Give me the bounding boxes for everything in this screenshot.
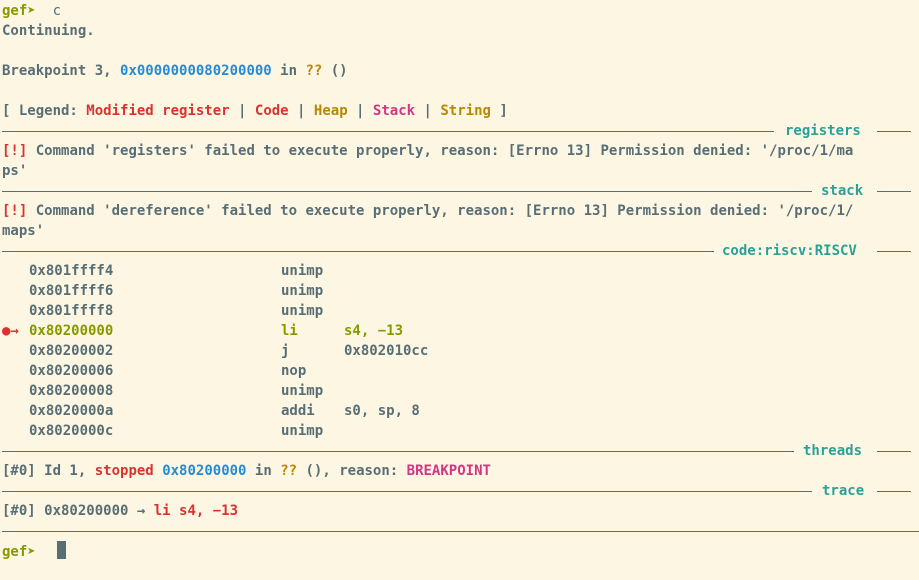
- code-address: 0x80200006: [29, 363, 114, 379]
- separator-rule: [877, 451, 911, 452]
- code-address: 0x8020000a: [29, 403, 114, 419]
- dereference-error-text-cont: maps': [2, 223, 45, 239]
- error-tag: [!]: [2, 203, 28, 219]
- legend-sep: |: [229, 103, 255, 119]
- current-instruction-marker-icon: ●→: [2, 323, 19, 339]
- code-mnemonic: unimp: [281, 283, 324, 299]
- code-address: 0x80200008: [29, 383, 114, 399]
- legend-sep: |: [347, 103, 373, 119]
- breakpoint-args: (): [322, 63, 348, 79]
- legend-code: Code: [254, 103, 289, 119]
- terminal-window[interactable]: gef➤ c Continuing. Breakpoint 3, 0x00000…: [0, 0, 919, 580]
- code-mnemonic: unimp: [281, 263, 324, 279]
- trace-instruction: li s4, −13: [153, 503, 239, 519]
- threads-separator: threads: [2, 441, 911, 461]
- thread-address: 0x80200000: [162, 463, 247, 479]
- legend-string: String: [440, 103, 491, 119]
- stack-separator: stack: [2, 181, 911, 201]
- legend-sep: |: [415, 103, 441, 119]
- code-operands: s0, sp, 8: [344, 403, 420, 419]
- breakpoint-label: Breakpoint 3,: [2, 63, 121, 79]
- breakpoint-address: 0x0000000080200000: [120, 63, 272, 79]
- registers-error-line-1: [!] Command 'registers' failed to execut…: [2, 141, 919, 161]
- section-title-code: code:riscv:RISCV: [722, 243, 857, 259]
- separator-rule: [2, 451, 794, 452]
- thread-reason: BREAKPOINT: [406, 463, 491, 479]
- separator-rule: [2, 491, 812, 492]
- separator-rule: [877, 491, 911, 492]
- legend-open: [ Legend:: [2, 103, 87, 119]
- separator-rule: [877, 191, 911, 192]
- prompt-line-1: gef➤ c: [2, 1, 919, 21]
- thread-function: ??: [280, 463, 298, 479]
- code-separator: code:riscv:RISCV: [2, 241, 911, 261]
- legend-sep: |: [288, 103, 314, 119]
- code-address: 0x801ffff6: [29, 283, 114, 299]
- code-address: 0x801ffff4: [29, 263, 114, 279]
- code-address: 0x801ffff8: [29, 303, 114, 319]
- section-title-stack: stack: [821, 183, 864, 199]
- code-address: 0x80200002: [29, 343, 114, 359]
- error-tag: [!]: [2, 143, 28, 159]
- dereference-error-line-1: [!] Command 'dereference' failed to exec…: [2, 201, 919, 221]
- breakpoint-in: in: [271, 63, 306, 79]
- code-mnemonic: nop: [281, 363, 307, 379]
- registers-error-text-cont: ps': [2, 163, 28, 179]
- section-title-registers: registers: [785, 123, 861, 139]
- thread-id: [#0]: [2, 463, 36, 479]
- legend-close: ]: [490, 103, 508, 119]
- legend-modified-register: Modified register: [86, 103, 230, 119]
- trace-separator: trace: [2, 481, 911, 501]
- code-mnemonic: li: [281, 323, 298, 339]
- legend-line: [ Legend: Modified register | Code | Hea…: [2, 101, 919, 121]
- thread-in: in: [246, 463, 281, 479]
- dereference-error-line-2: maps': [2, 221, 919, 241]
- code-mnemonic: unimp: [281, 303, 324, 319]
- typed-command: c: [52, 3, 62, 19]
- legend-stack: Stack: [372, 103, 416, 119]
- separator-rule: [877, 251, 911, 252]
- code-mnemonic: unimp: [281, 383, 324, 399]
- code-mnemonic: j: [281, 343, 290, 359]
- registers-error-line-2: ps': [2, 161, 919, 181]
- separator-rule: [2, 131, 774, 132]
- trace-id: [#0]: [2, 503, 36, 519]
- thread-line: [#0] Id 1, stopped 0x80200000 in ?? (), …: [2, 461, 919, 481]
- separator-rule: [2, 191, 812, 192]
- registers-separator: registers: [2, 121, 911, 141]
- code-address: 0x80200000: [29, 323, 114, 339]
- gef-prompt: gef➤: [2, 544, 36, 560]
- continuing-line: Continuing.: [2, 21, 919, 41]
- separator-rule: [877, 131, 911, 132]
- section-title-threads: threads: [803, 443, 863, 459]
- breakpoint-line: Breakpoint 3, 0x0000000080200000 in ?? (…: [2, 61, 919, 81]
- prompt-line-2[interactable]: gef➤: [2, 541, 919, 561]
- code-operands: 0x802010cc: [344, 343, 429, 359]
- legend-heap: Heap: [313, 103, 348, 119]
- code-operands: s4, −13: [344, 323, 404, 339]
- registers-error-text: Command 'registers' failed to execute pr…: [27, 143, 854, 159]
- dereference-error-text: Command 'dereference' failed to execute …: [27, 203, 854, 219]
- section-title-trace: trace: [822, 483, 865, 499]
- separator-rule: [2, 251, 714, 252]
- trace-line: [#0] 0x80200000 → li s4, −13: [2, 501, 919, 521]
- trace-address: 0x80200000 →: [35, 503, 154, 519]
- bottom-rule: [2, 531, 919, 532]
- breakpoint-function: ??: [305, 63, 323, 79]
- code-mnemonic: unimp: [281, 423, 324, 439]
- code-address: 0x8020000c: [29, 423, 114, 439]
- continuing-text: Continuing.: [2, 23, 95, 39]
- thread-text: Id 1,: [35, 463, 95, 479]
- thread-status: stopped: [94, 463, 154, 479]
- text-cursor[interactable]: [56, 541, 66, 559]
- code-mnemonic: addi: [281, 403, 315, 419]
- gef-prompt: gef➤: [2, 3, 36, 19]
- thread-reason-label: (), reason:: [297, 463, 407, 479]
